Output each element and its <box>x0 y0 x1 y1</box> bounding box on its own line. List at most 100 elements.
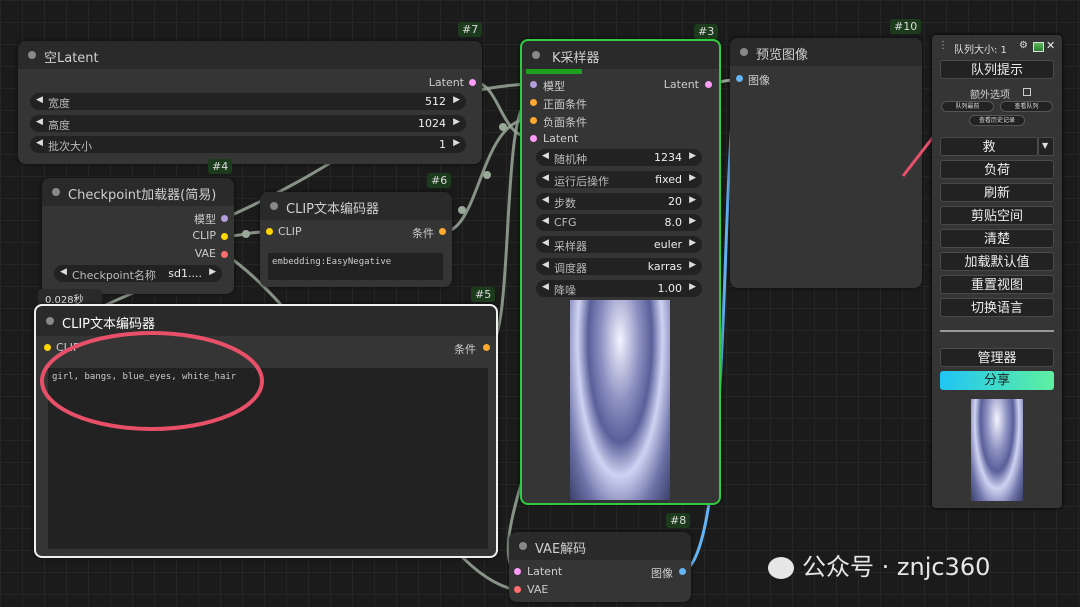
output-vae-socket[interactable] <box>221 251 228 258</box>
widget-ksampler-param[interactable]: ◀ 随机种 1234 ▶ <box>536 149 702 166</box>
decrement-arrow-icon[interactable]: ◀ <box>36 138 43 148</box>
reset-view-button[interactable]: 重置视图 <box>940 275 1054 294</box>
decrement-arrow-icon[interactable]: ◀ <box>542 216 549 226</box>
collapse-dot-icon[interactable] <box>519 542 527 550</box>
increment-arrow-icon[interactable]: ▶ <box>689 282 696 292</box>
input-image-socket[interactable] <box>736 75 743 82</box>
input-latent-socket[interactable] <box>514 568 521 575</box>
node-clip-negative[interactable]: CLIP文本编码器 CLIP 条件 embedding:EasyNegative <box>260 192 452 287</box>
widget-batch-size[interactable]: ◀ 批次大小 1 ▶ <box>30 136 466 153</box>
widget-ksampler-param[interactable]: ◀ 采样器 euler ▶ <box>536 236 702 254</box>
decrement-arrow-icon[interactable]: ◀ <box>542 151 549 161</box>
increment-arrow-icon[interactable]: ▶ <box>453 95 460 105</box>
widget-height[interactable]: ◀ 高度 1024 ▶ <box>30 115 466 132</box>
load-button[interactable]: 负荷 <box>940 160 1054 179</box>
output-model-socket[interactable] <box>221 215 228 222</box>
decrement-arrow-icon[interactable]: ◀ <box>542 173 549 183</box>
increment-arrow-icon[interactable]: ▶ <box>453 138 460 148</box>
node-vae-decode[interactable]: VAE解码 Latent 图像 VAE <box>509 532 691 602</box>
node-title-bar[interactable]: VAE解码 <box>509 532 691 560</box>
drag-handle-icon[interactable]: ⋮ <box>938 40 948 51</box>
increment-arrow-icon[interactable]: ▶ <box>209 267 216 277</box>
widget-ckpt-name[interactable]: ◀ Checkpoint名称 sd1.... ▶ <box>54 265 222 282</box>
input-vae-label: VAE <box>527 583 549 596</box>
widget-ksampler-param[interactable]: ◀ 调度器 karras ▶ <box>536 258 702 275</box>
queue-prompt-button[interactable]: 队列提示 <box>940 60 1054 79</box>
node-title-bar[interactable]: 预览图像 <box>730 38 922 66</box>
increment-arrow-icon[interactable]: ▶ <box>689 260 696 270</box>
panel-divider <box>940 330 1054 332</box>
view-queue-button[interactable]: 查看队列 <box>1000 101 1053 112</box>
collapse-dot-icon[interactable] <box>46 317 54 325</box>
input-image-label: 图像 <box>748 74 770 87</box>
node-title: VAE解码 <box>535 542 587 557</box>
collapse-dot-icon[interactable] <box>270 202 278 210</box>
clipspace-button[interactable]: 剪贴空间 <box>940 206 1054 225</box>
node-title-bar[interactable]: Checkpoint加载器(简易) <box>42 178 234 206</box>
collapse-dot-icon[interactable] <box>28 51 36 59</box>
node-title: 预览图像 <box>756 48 809 63</box>
extra-options-checkbox[interactable] <box>1023 88 1031 96</box>
decrement-arrow-icon[interactable]: ◀ <box>36 95 43 105</box>
image-icon[interactable] <box>1033 42 1044 52</box>
switch-language-button[interactable]: 切换语言 <box>940 298 1054 317</box>
widget-ksampler-param[interactable]: ◀ 步数 20 ▶ <box>536 192 702 210</box>
collapse-dot-icon[interactable] <box>532 51 540 59</box>
increment-arrow-icon[interactable]: ▶ <box>689 151 696 161</box>
increment-arrow-icon[interactable]: ▶ <box>689 216 696 226</box>
prompt-textarea[interactable]: embedding:EasyNegative <box>268 253 443 280</box>
decrement-arrow-icon[interactable]: ◀ <box>542 195 549 205</box>
node-title-bar[interactable]: K采样器 <box>522 41 719 69</box>
decrement-arrow-icon[interactable]: ◀ <box>542 282 549 292</box>
node-preview-image[interactable]: 预览图像 图像 <box>730 38 922 288</box>
output-latent-socket[interactable] <box>705 81 712 88</box>
output-cond-socket[interactable] <box>483 344 490 351</box>
increment-arrow-icon[interactable]: ▶ <box>689 173 696 183</box>
decrement-arrow-icon[interactable]: ◀ <box>36 117 43 127</box>
output-latent-socket[interactable] <box>469 79 476 86</box>
save-dropdown-button[interactable]: ▼ <box>1038 137 1054 156</box>
node-checkpoint-loader[interactable]: Checkpoint加载器(简易) 模型 CLIP VAE ◀ Checkpoi… <box>42 178 234 294</box>
save-button[interactable]: 救 <box>940 137 1038 156</box>
refresh-button[interactable]: 刷新 <box>940 183 1054 202</box>
manager-button[interactable]: 管理器 <box>940 348 1054 367</box>
widget-ksampler-param[interactable]: ◀ 降噪 1.00 ▶ <box>536 279 702 297</box>
input-model-socket[interactable] <box>530 81 537 88</box>
watermark: 公众号 · znjc360 <box>768 547 990 582</box>
wechat-icon <box>768 557 794 579</box>
input-latent-socket[interactable] <box>530 135 537 142</box>
decrement-arrow-icon[interactable]: ◀ <box>542 260 549 270</box>
collapse-dot-icon[interactable] <box>740 48 748 56</box>
decrement-arrow-icon[interactable]: ◀ <box>542 238 549 248</box>
view-history-button[interactable]: 查看历史记录 <box>969 115 1025 126</box>
queue-front-button[interactable]: 队列最前 <box>941 101 994 112</box>
input-positive-socket[interactable] <box>530 99 537 106</box>
history-thumbnail[interactable] <box>971 399 1023 501</box>
input-model-label: 模型 <box>543 80 565 93</box>
output-cond-socket[interactable] <box>439 228 446 235</box>
widget-width[interactable]: ◀ 宽度 512 ▶ <box>30 93 466 110</box>
share-button[interactable]: 分享 <box>940 371 1054 390</box>
increment-arrow-icon[interactable]: ▶ <box>689 195 696 205</box>
node-ksampler[interactable]: K采样器 模型 Latent 正面条件 负面条件 Latent ◀ 随机种 1234… <box>520 39 721 505</box>
input-clip-socket[interactable] <box>266 228 273 235</box>
close-icon[interactable]: ✕ <box>1046 39 1055 52</box>
widget-ksampler-param[interactable]: ◀ 运行后操作 fixed ▶ <box>536 170 702 188</box>
clear-button[interactable]: 清楚 <box>940 229 1054 248</box>
input-negative-socket[interactable] <box>530 117 537 124</box>
node-id-badge: #3 <box>694 24 719 39</box>
increment-arrow-icon[interactable]: ▶ <box>689 238 696 248</box>
widget-ksampler-param[interactable]: ◀ CFG 8.0 ▶ <box>536 214 702 232</box>
output-image-socket[interactable] <box>679 568 686 575</box>
load-default-button[interactable]: 加载默认值 <box>940 252 1054 271</box>
node-title-bar[interactable]: 空Latent <box>18 41 482 69</box>
decrement-arrow-icon[interactable]: ◀ <box>60 267 67 277</box>
increment-arrow-icon[interactable]: ▶ <box>453 117 460 127</box>
node-title-bar[interactable]: CLIP文本编码器 <box>260 192 452 220</box>
collapse-dot-icon[interactable] <box>52 188 60 196</box>
gear-icon[interactable]: ⚙ <box>1019 40 1028 51</box>
node-empty-latent[interactable]: 空Latent Latent ◀ 宽度 512 ▶ ◀ 高度 1024 ▶ ◀ … <box>18 41 482 164</box>
output-clip-socket[interactable] <box>221 233 228 240</box>
input-vae-socket[interactable] <box>514 586 521 593</box>
output-model-label: 模型 <box>194 213 216 226</box>
